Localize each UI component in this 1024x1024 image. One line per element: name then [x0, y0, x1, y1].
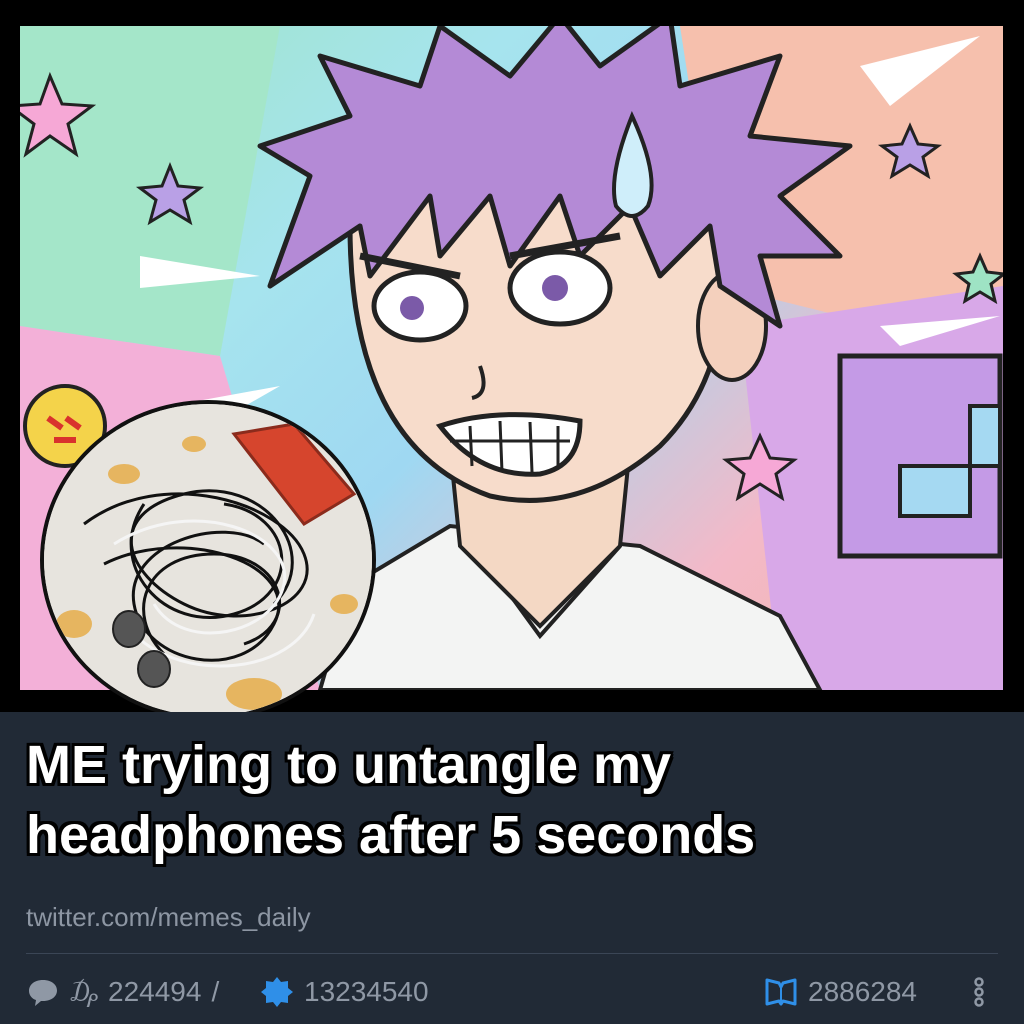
- badge-icon: [260, 975, 294, 1009]
- speech-bubble-icon: [26, 975, 60, 1009]
- vertical-dots-icon: [962, 975, 996, 1009]
- meme-frame: [0, 0, 1024, 720]
- headphones-tangle-art: [44, 404, 372, 716]
- stat-separator: /: [211, 976, 220, 1007]
- shares-count: 13234540: [304, 976, 429, 1007]
- caption-line-1: ME trying to untangle my: [26, 735, 672, 795]
- comments-stat[interactable]: ₯ 224494 /: [26, 972, 219, 1012]
- bookmark-icon: [764, 975, 798, 1009]
- divider: [26, 953, 998, 954]
- comments-count: 224494: [108, 976, 202, 1007]
- engagement-bar: ₯ 224494 / 13234540 2886284: [26, 972, 998, 1012]
- caption-line-2: headphones after 5 seconds: [26, 805, 756, 865]
- meme-caption: ME trying to untangle my headphones afte…: [26, 730, 986, 870]
- likes-count: 2886284: [808, 976, 918, 1007]
- currency-sign-icon: ₯: [70, 976, 98, 1007]
- more-options-button[interactable]: [962, 972, 996, 1012]
- likes-stat[interactable]: 2886284: [764, 972, 917, 1012]
- tangled-headphones-photo: [40, 400, 376, 720]
- shares-stat[interactable]: 13234540: [260, 972, 429, 1012]
- source-link[interactable]: twitter.com/memes_daily: [26, 902, 311, 933]
